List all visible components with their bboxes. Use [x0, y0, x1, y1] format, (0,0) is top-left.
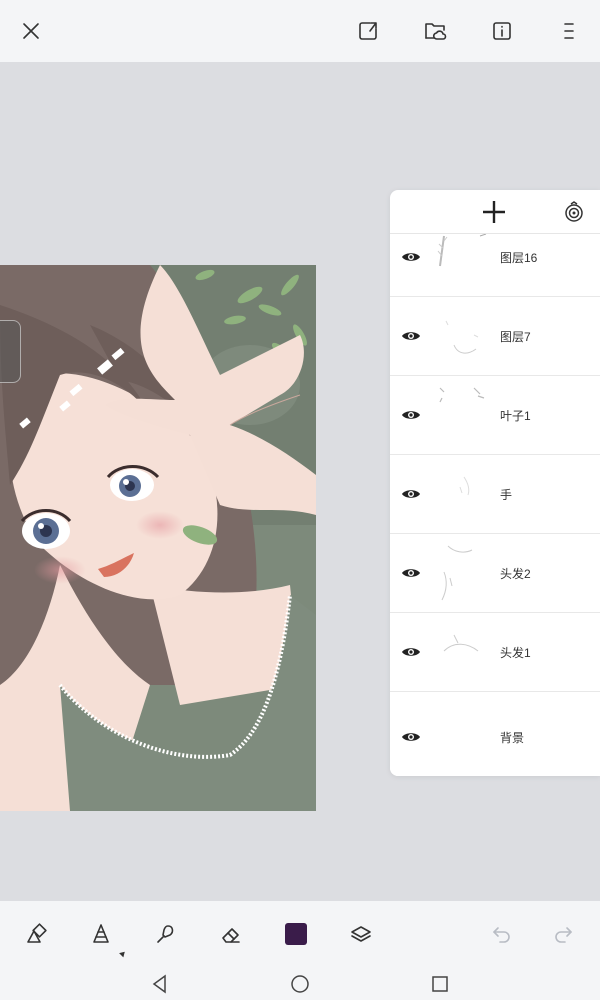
- illustration: [0, 265, 316, 811]
- cloud-save-button[interactable]: [418, 14, 452, 48]
- undo-button[interactable]: [486, 919, 516, 949]
- color-swatch[interactable]: [285, 923, 307, 945]
- brush-options-indicator[interactable]: [119, 949, 127, 958]
- info-button[interactable]: [485, 14, 519, 48]
- side-slider-handle[interactable]: [0, 320, 21, 383]
- layer-row[interactable]: 头发1: [390, 613, 600, 692]
- eye-icon[interactable]: [401, 728, 421, 746]
- layers-list[interactable]: 图层16 图层7 叶子1 手头发2 头发1: [390, 234, 600, 698]
- undo-icon: [493, 927, 510, 943]
- layer-row[interactable]: 头发2: [390, 534, 600, 613]
- eye-icon[interactable]: [401, 327, 421, 345]
- layer-name: 头发2: [500, 567, 531, 581]
- back-button[interactable]: [149, 973, 171, 995]
- menu-icon: [564, 23, 574, 39]
- recents-button[interactable]: [429, 973, 451, 995]
- brush-tool-button[interactable]: [86, 919, 116, 949]
- layer-name: 图层16: [500, 251, 538, 265]
- layer-row[interactable]: 图层16: [390, 234, 600, 297]
- top-toolbar: [0, 0, 600, 62]
- layer-name: 背景: [500, 731, 525, 745]
- share-icon: [359, 22, 377, 40]
- layer-row-background[interactable]: 背景: [390, 698, 600, 776]
- info-icon: [493, 22, 511, 40]
- layer-name: 手: [500, 488, 513, 502]
- add-layer-button[interactable]: [480, 198, 508, 226]
- shapes-tool-button[interactable]: [21, 919, 51, 949]
- layers-icon: [351, 926, 371, 942]
- back-icon: [152, 974, 166, 994]
- layer-row[interactable]: 手: [390, 455, 600, 534]
- brush-icon: [93, 924, 109, 943]
- smudge-icon: [157, 925, 174, 943]
- redo-icon: [555, 927, 572, 943]
- layer-thumbnail: [434, 621, 490, 683]
- cloud-folder-icon: [425, 23, 447, 40]
- layer-thumbnail: [434, 542, 490, 604]
- layer-thumbnail: [434, 305, 490, 367]
- layers-panel-header: [390, 190, 600, 234]
- eye-icon[interactable]: [401, 485, 421, 503]
- system-nav-bar: [0, 967, 600, 1000]
- home-button[interactable]: [289, 973, 311, 995]
- close-button[interactable]: [14, 14, 48, 48]
- layers-button[interactable]: [346, 919, 376, 949]
- eye-icon[interactable]: [401, 406, 421, 424]
- layer-thumbnail: [434, 234, 490, 288]
- canvas-artwork[interactable]: [0, 265, 316, 811]
- layer-thumbnail: [434, 463, 490, 525]
- layers-panel: 图层16 图层7 叶子1 手头发2 头发1 背景: [390, 190, 600, 776]
- eraser-tool-button[interactable]: [216, 919, 246, 949]
- close-icon: [23, 23, 39, 39]
- home-icon: [291, 975, 309, 993]
- share-button[interactable]: [351, 14, 385, 48]
- redo-button[interactable]: [549, 919, 579, 949]
- shapes-icon: [27, 923, 47, 943]
- smudge-tool-button[interactable]: [151, 919, 181, 949]
- blend-mode-button[interactable]: [562, 200, 586, 224]
- eye-icon[interactable]: [401, 248, 421, 266]
- layer-row[interactable]: 叶子1: [390, 376, 600, 455]
- eraser-icon: [222, 928, 240, 943]
- layer-name: 头发1: [500, 646, 531, 660]
- layer-name: 图层7: [500, 330, 531, 344]
- layer-name: 叶子1: [500, 409, 531, 423]
- layer-row[interactable]: 图层7: [390, 297, 600, 376]
- menu-button[interactable]: [552, 14, 586, 48]
- recents-icon: [432, 976, 448, 992]
- eye-icon[interactable]: [401, 564, 421, 582]
- eye-icon[interactable]: [401, 643, 421, 661]
- blend-mode-icon: [565, 201, 583, 222]
- layer-thumbnail: [434, 384, 490, 446]
- add-layer-icon: [483, 201, 505, 223]
